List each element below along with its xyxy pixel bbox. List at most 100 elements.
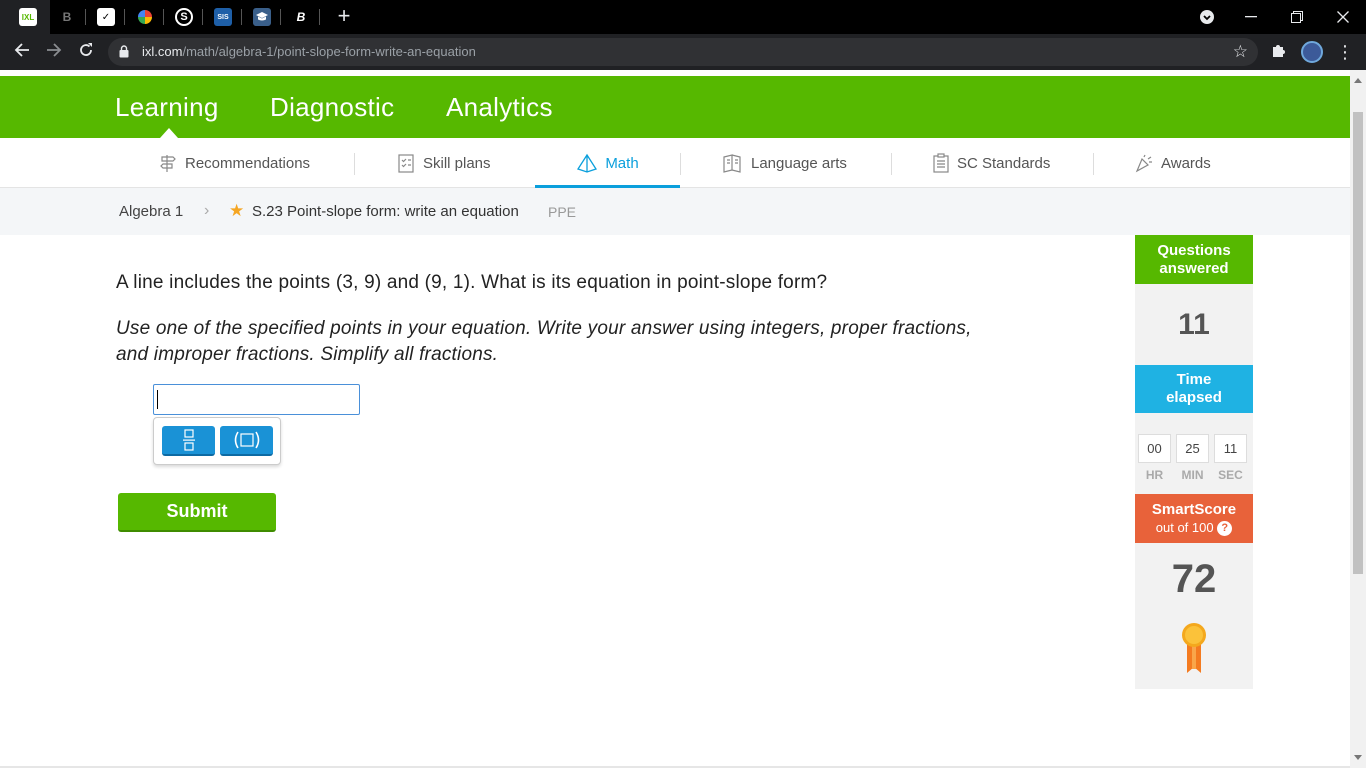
subnav-awards[interactable]: Awards bbox=[1134, 138, 1211, 188]
subnav-sc-standards[interactable]: SC Standards bbox=[932, 138, 1050, 188]
subnav-divider bbox=[1093, 153, 1094, 175]
checklist-icon bbox=[398, 154, 414, 173]
question-instructions: Use one of the specified points in your … bbox=[116, 318, 972, 365]
restore-icon[interactable] bbox=[1274, 0, 1320, 34]
subnav-label: Recommendations bbox=[185, 154, 311, 172]
text-caret bbox=[157, 390, 158, 409]
tab-separator bbox=[280, 9, 281, 25]
forward-arrow-icon[interactable] bbox=[42, 40, 66, 64]
time-hours: 00 bbox=[1138, 434, 1171, 463]
tab-separator bbox=[202, 9, 203, 25]
time-minutes: 25 bbox=[1176, 434, 1209, 463]
address-bar[interactable]: ixl.com/math/algebra-1/point-slope-form-… bbox=[108, 38, 1258, 66]
url-text[interactable]: ixl.com/math/algebra-1/point-slope-form-… bbox=[142, 44, 476, 59]
back-arrow-icon[interactable] bbox=[10, 40, 34, 64]
tab-grade-favicon-icon[interactable]: ✓ bbox=[97, 8, 115, 26]
parentheses-icon bbox=[234, 431, 259, 449]
tab-graduation-cap-favicon-icon[interactable] bbox=[253, 8, 271, 26]
breadcrumb-skill: S.23 Point-slope form: write an equation bbox=[252, 203, 519, 220]
subnav-label: Awards bbox=[1161, 154, 1211, 172]
profile-avatar[interactable] bbox=[1301, 41, 1323, 63]
browser-menu-icon[interactable]: ⋮ bbox=[1336, 42, 1354, 62]
tab-separator bbox=[163, 9, 164, 25]
star-icon: ★ bbox=[229, 201, 245, 220]
subnav-label: Language arts bbox=[751, 154, 847, 172]
smartscore-label: SmartScore bbox=[1151, 500, 1237, 518]
subnav-language-arts[interactable]: Language arts bbox=[722, 138, 847, 188]
help-question-icon[interactable]: ? bbox=[1217, 520, 1233, 536]
time-elapsed-panel: 00 25 11 HR MIN SEC bbox=[1135, 413, 1253, 494]
submit-button[interactable]: Submit bbox=[118, 493, 276, 532]
breadcrumb: Algebra 1 › ★ S.23 Point-slope form: wri… bbox=[0, 188, 1350, 235]
fraction-button[interactable] bbox=[162, 426, 215, 456]
time-seconds: 11 bbox=[1214, 434, 1247, 463]
scrollbar-thumb[interactable] bbox=[1353, 112, 1363, 574]
browser-tab-active[interactable]: IXL bbox=[0, 0, 50, 34]
math-keypad bbox=[153, 417, 281, 465]
time-elapsed-label: Time bbox=[1176, 371, 1212, 388]
ixl-favicon-icon: IXL bbox=[19, 8, 37, 26]
lock-icon[interactable] bbox=[119, 45, 129, 58]
smartscore-subtitle: out of 100 ? bbox=[1135, 519, 1253, 537]
tab-sis-favicon-icon[interactable]: SIS bbox=[214, 8, 232, 26]
nav-analytics[interactable]: Analytics bbox=[446, 92, 553, 123]
scroll-down-arrow-icon[interactable] bbox=[1354, 755, 1362, 760]
time-elapsed-header: Time elapsed bbox=[1135, 365, 1253, 413]
tab-separator bbox=[241, 9, 242, 25]
time-seconds-label: SEC bbox=[1218, 468, 1243, 482]
pyramid-icon bbox=[577, 153, 598, 173]
question-prompt: A line includes the points (3, 9) and (9… bbox=[116, 272, 828, 293]
nav-learning[interactable]: Learning bbox=[115, 92, 219, 123]
reload-icon[interactable] bbox=[74, 40, 98, 64]
time-minutes-label: MIN bbox=[1181, 468, 1204, 482]
page-content: Learning Diagnostic Analytics Recommenda… bbox=[0, 70, 1350, 768]
time-hours-label: HR bbox=[1145, 468, 1164, 482]
subnav-label: Skill plans bbox=[423, 154, 491, 172]
browser-tabstrip: IXL B ✓ S SIS B + bbox=[0, 0, 1366, 34]
smartscore-value: 72 bbox=[1171, 557, 1217, 601]
questions-answered-count: 11 bbox=[1135, 284, 1253, 365]
bookmark-star-icon[interactable]: ☆ bbox=[1233, 42, 1248, 62]
tab-separator bbox=[85, 9, 86, 25]
questions-answered-label: Questions bbox=[1157, 241, 1231, 259]
new-tab-plus-icon[interactable]: + bbox=[333, 5, 355, 27]
smartscore-panel: 72 bbox=[1135, 543, 1253, 689]
browser-toolbar: ixl.com/math/algebra-1/point-slope-form-… bbox=[0, 34, 1366, 70]
tab-search-icon[interactable] bbox=[1184, 0, 1230, 34]
subnav-divider bbox=[354, 153, 355, 175]
tab-separator bbox=[319, 9, 320, 25]
skill-code: PPE bbox=[548, 204, 577, 220]
breadcrumb-course[interactable]: Algebra 1 bbox=[119, 203, 183, 220]
questions-answered-label: answered bbox=[1159, 259, 1229, 277]
tab-b-favicon-icon[interactable]: B bbox=[58, 8, 76, 26]
answer-input[interactable] bbox=[153, 384, 360, 415]
tab-s-favicon-icon[interactable]: S bbox=[175, 8, 193, 26]
signpost-icon bbox=[160, 155, 176, 172]
party-horn-icon bbox=[1135, 154, 1152, 173]
smartscore-sub-label: out of 100 bbox=[1155, 519, 1214, 535]
parentheses-button[interactable] bbox=[220, 426, 273, 456]
smartscore-header: SmartScore out of 100 ? bbox=[1135, 494, 1253, 543]
close-window-icon[interactable] bbox=[1320, 0, 1366, 34]
minimize-icon[interactable] bbox=[1228, 0, 1274, 34]
tab-b-bold-favicon-icon[interactable]: B bbox=[292, 8, 310, 26]
chevron-right-icon: › bbox=[204, 202, 210, 219]
clipboard-icon bbox=[933, 153, 949, 173]
medal-ribbon-icon bbox=[1182, 623, 1206, 673]
fraction-icon bbox=[182, 429, 195, 451]
subnav-divider bbox=[891, 153, 892, 175]
scroll-up-arrow-icon[interactable] bbox=[1354, 78, 1362, 83]
questions-answered-header: Questions answered bbox=[1135, 235, 1253, 284]
subnav-label: Math bbox=[605, 154, 639, 172]
ixl-sub-nav: Recommendations Skill plans Math Languag… bbox=[0, 138, 1350, 188]
time-elapsed-label: elapsed bbox=[1166, 389, 1222, 406]
tab-separator bbox=[124, 9, 125, 25]
extensions-puzzle-icon[interactable] bbox=[1269, 42, 1289, 62]
page-scrollbar[interactable] bbox=[1350, 70, 1366, 768]
nav-diagnostic[interactable]: Diagnostic bbox=[270, 92, 394, 123]
subnav-skill-plans[interactable]: Skill plans bbox=[396, 138, 491, 188]
subnav-recommendations[interactable]: Recommendations bbox=[158, 138, 310, 188]
tab-pinwheel-favicon-icon[interactable] bbox=[136, 8, 154, 26]
subnav-label: SC Standards bbox=[957, 154, 1051, 172]
subnav-math[interactable]: Math bbox=[535, 138, 680, 188]
